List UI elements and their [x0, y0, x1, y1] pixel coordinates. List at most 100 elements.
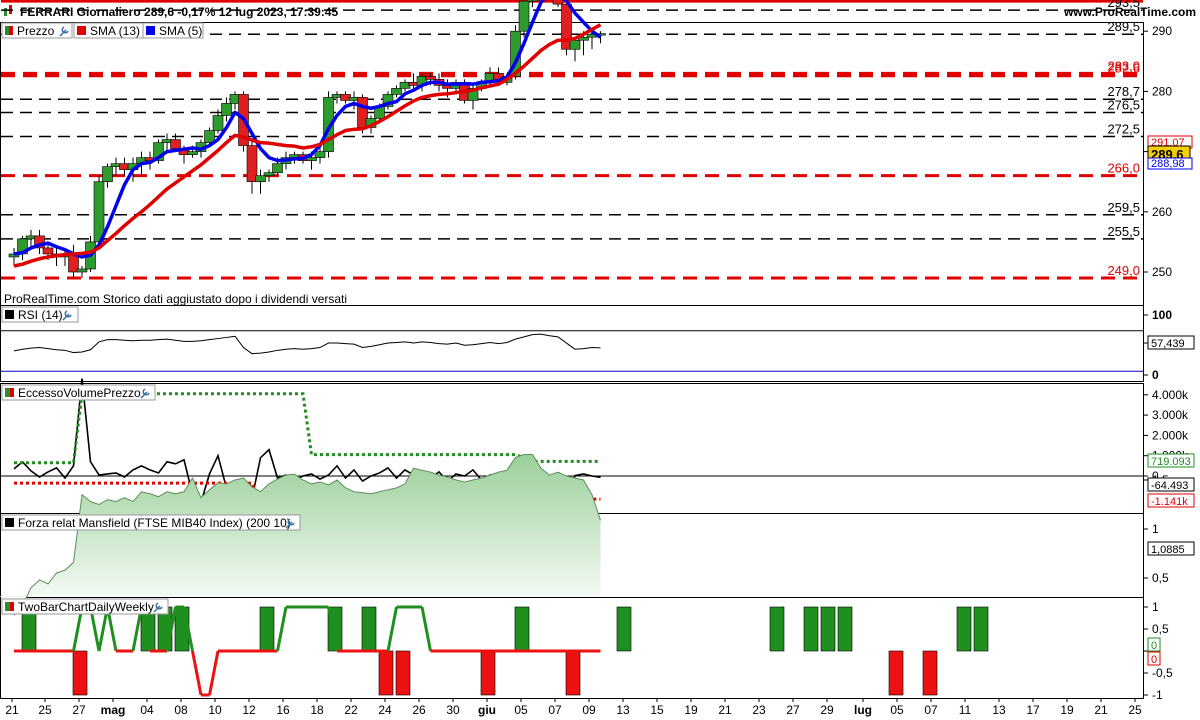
legend-prezzo-label: Prezzo: [17, 24, 55, 38]
x-tick-label: 07: [548, 703, 562, 717]
x-tick-label: giu: [478, 703, 496, 717]
level-label: 255,5: [1107, 224, 1140, 239]
twobar-legend[interactable]: TwoBarChartDailyWeekly: [1, 598, 169, 615]
twobar-bar: [973, 606, 989, 652]
mansfield-legend-label: Forza relat Mansfield (FTSE MIB40 Index)…: [18, 516, 291, 530]
x-tick-label: 15: [650, 703, 664, 717]
twobar-bar: [956, 606, 972, 652]
x-tick-label: 07: [924, 703, 938, 717]
x-tick-label: 25: [38, 703, 52, 717]
level-label: 259,5: [1107, 200, 1140, 215]
twobar-red-tag: 0: [1151, 654, 1157, 666]
twobar-bar: [565, 650, 581, 696]
price-y-label: 290: [1152, 24, 1172, 38]
x-tick-label: 27: [72, 703, 86, 717]
x-tick-label: 09: [582, 703, 596, 717]
chart-canvas: FERRARI Giornaliero 289,6 -0,17% 12 lug …: [0, 0, 1200, 717]
rsi-legend[interactable]: RSI (14): [1, 306, 79, 323]
dividend-note: ProRealTime.com Storico dati aggiustato …: [4, 292, 347, 306]
candle-body: [518, 0, 530, 32]
mansfield-layer: [0, 454, 601, 616]
candle-body: [212, 115, 224, 131]
rsi-tag: 57,439: [1151, 338, 1185, 350]
candle-body: [102, 166, 113, 182]
x-axis-layer: 21 25 27 mag 04 08 10 12 16 18 22 24 26 30 giu 05 07 09 13…: [5, 698, 1142, 717]
x-tick-label: 24: [378, 703, 392, 717]
mansfield-y-label: 1: [1152, 522, 1159, 536]
twobar-bar: [514, 606, 530, 652]
chart-title: FERRARI Giornaliero 289,6 -0,17% 12 lug …: [20, 5, 338, 19]
twobar-legend-label: TwoBarChartDailyWeekly: [18, 600, 154, 614]
candle-body: [569, 39, 581, 50]
mansfield-y-label: 0,5: [1152, 571, 1169, 585]
price-y-label: 250: [1152, 265, 1172, 279]
rsi-y-label: 0: [1152, 368, 1159, 382]
volume-y-label: 3.000k: [1152, 408, 1189, 422]
level-label: 282,6: [1107, 61, 1140, 76]
candle-body: [255, 175, 266, 182]
candle-body: [76, 268, 88, 273]
candle-body: [263, 172, 275, 176]
twobar-bar: [395, 650, 411, 696]
volume-legend[interactable]: EccessoVolumePrezzo: [1, 384, 156, 401]
price-y-label: 280: [1152, 84, 1172, 98]
rsi-y-label: 100: [1152, 308, 1172, 322]
twobar-bar: [837, 606, 853, 652]
twobar-bar: [888, 650, 904, 696]
twobar-y-label: 1: [1152, 600, 1159, 614]
twobar-layer: [14, 605, 989, 697]
vol-green-tag: 719.093: [1151, 456, 1191, 468]
x-tick-label: 13: [616, 703, 630, 717]
x-tick-label: 05: [890, 703, 904, 717]
price-legend: Prezzo SMA (13) SMA (5): [1, 22, 204, 39]
legend-sma5-label: SMA (5): [159, 24, 202, 38]
twobar-y-label: -1: [1152, 688, 1163, 702]
candle-body: [42, 247, 54, 255]
x-tick-label: 21: [5, 703, 19, 717]
price-panel-frame: [0, 22, 1144, 306]
mansfield-legend[interactable]: Forza relat Mansfield (FTSE MIB40 Index)…: [1, 514, 301, 531]
volume-upper-band: [14, 392, 601, 465]
level-label: 276,5: [1107, 97, 1140, 112]
twobar-bar: [72, 650, 88, 696]
level-label: 249,0: [1107, 263, 1140, 278]
twobar-bar: [259, 606, 275, 652]
candle-body: [552, 0, 564, 5]
twobar-line: [420, 606, 432, 652]
x-tick-label: lug: [854, 703, 872, 717]
twobar-y-label: 0,5: [1152, 622, 1169, 636]
x-tick-label: 04: [140, 703, 154, 717]
x-tick-label: 26: [412, 703, 426, 717]
twobar-green-tag: 0: [1151, 640, 1157, 652]
level-label: 289,5: [1107, 19, 1140, 34]
level-label: 272,5: [1107, 122, 1140, 137]
rsi-layer: [1, 330, 1143, 372]
level-label: 266,0: [1107, 161, 1140, 176]
x-tick-label: 10: [208, 703, 222, 717]
twobar-bar: [616, 606, 632, 652]
candle-body: [527, 0, 538, 2]
legend-sma13-label: SMA (13): [90, 24, 140, 38]
x-tick-label: 05: [514, 703, 528, 717]
level-label: 293,5: [1107, 0, 1140, 10]
volume-legend-label: EccessoVolumePrezzo: [18, 386, 141, 400]
x-tick-label: 13: [992, 703, 1006, 717]
candle-body: [170, 139, 181, 149]
x-tick-label: 27: [786, 703, 800, 717]
candle-body: [306, 157, 317, 161]
x-tick-label: 11: [959, 703, 972, 717]
x-tick-label: 29: [820, 703, 834, 717]
twobar-line: [208, 650, 220, 696]
x-tick-label: 18: [310, 703, 324, 717]
x-tick-label: 21: [1094, 703, 1108, 717]
twobar-bar: [820, 606, 836, 652]
x-tick-label: 08: [174, 703, 188, 717]
mansfield-tag: 1,0885: [1151, 544, 1185, 556]
twobar-line: [276, 606, 288, 652]
candle-body: [187, 151, 198, 155]
x-tick-label: 17: [1026, 703, 1040, 717]
x-tick-label: 21: [718, 703, 732, 717]
twobar-y-label: -0,5: [1152, 666, 1173, 680]
candle-body: [314, 151, 326, 158]
vol-red-tag: -1.141k: [1151, 496, 1188, 508]
